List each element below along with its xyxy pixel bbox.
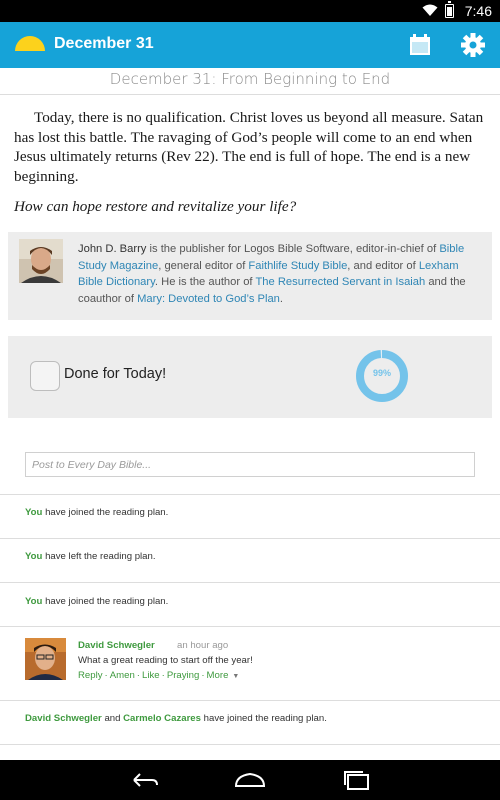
status-time: 7:46 bbox=[464, 3, 492, 19]
user-link[interactable]: You bbox=[25, 507, 42, 518]
like-button[interactable]: Like bbox=[142, 670, 160, 681]
feed-divider bbox=[0, 494, 500, 495]
author-avatar bbox=[19, 239, 63, 283]
comment-item: David Schwegler an hour ago What a great… bbox=[25, 638, 475, 684]
done-for-today-panel: Done for Today! 99% bbox=[8, 336, 492, 418]
done-checkbox[interactable] bbox=[30, 361, 60, 391]
home-button[interactable] bbox=[233, 768, 267, 792]
battery-charging-icon bbox=[445, 1, 454, 18]
wifi-icon bbox=[422, 4, 438, 16]
separator-dot: · bbox=[136, 670, 140, 681]
title-divider bbox=[0, 94, 500, 95]
list-item: You have left the reading plan. bbox=[25, 551, 156, 562]
caret-down-icon[interactable]: ▼ bbox=[228, 673, 239, 680]
link-mary-devoted[interactable]: Mary: Devoted to God’s Plan bbox=[137, 293, 280, 305]
home-icon bbox=[234, 772, 266, 787]
calendar-button[interactable] bbox=[408, 33, 432, 57]
author-name: John D. Barry bbox=[78, 243, 147, 255]
bio-text: , and editor of bbox=[347, 259, 419, 272]
list-item: You have joined the reading plan. bbox=[25, 596, 168, 607]
gear-icon bbox=[461, 33, 485, 57]
status-bar: 7:46 bbox=[0, 0, 500, 22]
comment-author[interactable]: David Schwegler bbox=[78, 640, 155, 651]
recents-button[interactable] bbox=[340, 768, 374, 792]
done-label: Done for Today! bbox=[64, 366, 167, 382]
activity-text: have left the reading plan. bbox=[42, 551, 156, 562]
list-item: David Schwegler and Carmelo Cazares have… bbox=[25, 713, 327, 724]
bio-text: . He is the author of bbox=[154, 276, 256, 289]
navigation-bar bbox=[0, 760, 500, 800]
back-button[interactable] bbox=[128, 768, 162, 792]
user-link[interactable]: Carmelo Cazares bbox=[123, 713, 201, 724]
sunrise-logo-icon bbox=[15, 36, 45, 51]
calendar-icon bbox=[410, 34, 430, 55]
avatar[interactable] bbox=[25, 638, 66, 680]
separator-dot: · bbox=[161, 670, 165, 681]
user-link[interactable]: You bbox=[25, 551, 42, 562]
comment-actions: Reply · Amen · Like · Praying · More ▼ bbox=[78, 670, 239, 681]
separator-dot: · bbox=[201, 670, 205, 681]
feed-divider bbox=[0, 582, 500, 583]
feed-divider bbox=[0, 700, 500, 701]
app-title: December 31 bbox=[54, 35, 154, 52]
page-title: December 31: From Beginning to End bbox=[109, 70, 391, 88]
comment-time: an hour ago bbox=[177, 640, 229, 651]
comment-text: What a great reading to start off the ye… bbox=[78, 655, 253, 666]
back-icon bbox=[133, 773, 158, 787]
user-link[interactable]: You bbox=[25, 596, 42, 607]
reading-text: Today, there is no qualification. Christ… bbox=[14, 109, 484, 185]
post-input[interactable] bbox=[25, 452, 475, 477]
link-resurrected-servant[interactable]: The Resurrected Servant in Isaiah bbox=[255, 276, 425, 288]
amen-button[interactable]: Amen bbox=[110, 670, 135, 681]
author-bio-text: John D. Barry is the publisher for Logos… bbox=[78, 241, 478, 307]
author-bio: John D. Barry is the publisher for Logos… bbox=[8, 232, 492, 320]
separator-dot: · bbox=[104, 670, 108, 681]
activity-text: have joined the reading plan. bbox=[42, 596, 169, 607]
bio-text: , general editor of bbox=[158, 259, 249, 272]
activity-text: have joined the reading plan. bbox=[42, 507, 169, 518]
bio-text: is the publisher for Logos Bible Softwar… bbox=[146, 243, 440, 255]
list-item: You have joined the reading plan. bbox=[25, 507, 168, 518]
settings-button[interactable] bbox=[460, 32, 486, 58]
bio-text: . bbox=[279, 292, 284, 305]
link-faithlife-study-bible[interactable]: Faithlife Study Bible bbox=[248, 260, 347, 272]
app-bar: December 31 bbox=[0, 22, 500, 68]
feed-divider bbox=[0, 744, 500, 745]
progress-percent: 99% bbox=[372, 368, 391, 378]
reply-button[interactable]: Reply bbox=[78, 670, 103, 681]
reflection-question: How can hope restore and revitalize your… bbox=[14, 198, 297, 215]
feed-divider bbox=[0, 538, 500, 539]
feed-divider bbox=[0, 626, 500, 627]
user-link[interactable]: David Schwegler bbox=[25, 713, 102, 724]
activity-text: and bbox=[101, 713, 124, 724]
praying-button[interactable]: Praying bbox=[167, 670, 200, 681]
more-button[interactable]: More bbox=[207, 670, 229, 681]
activity-text: have joined the reading plan. bbox=[200, 713, 327, 724]
recents-icon bbox=[344, 771, 369, 790]
